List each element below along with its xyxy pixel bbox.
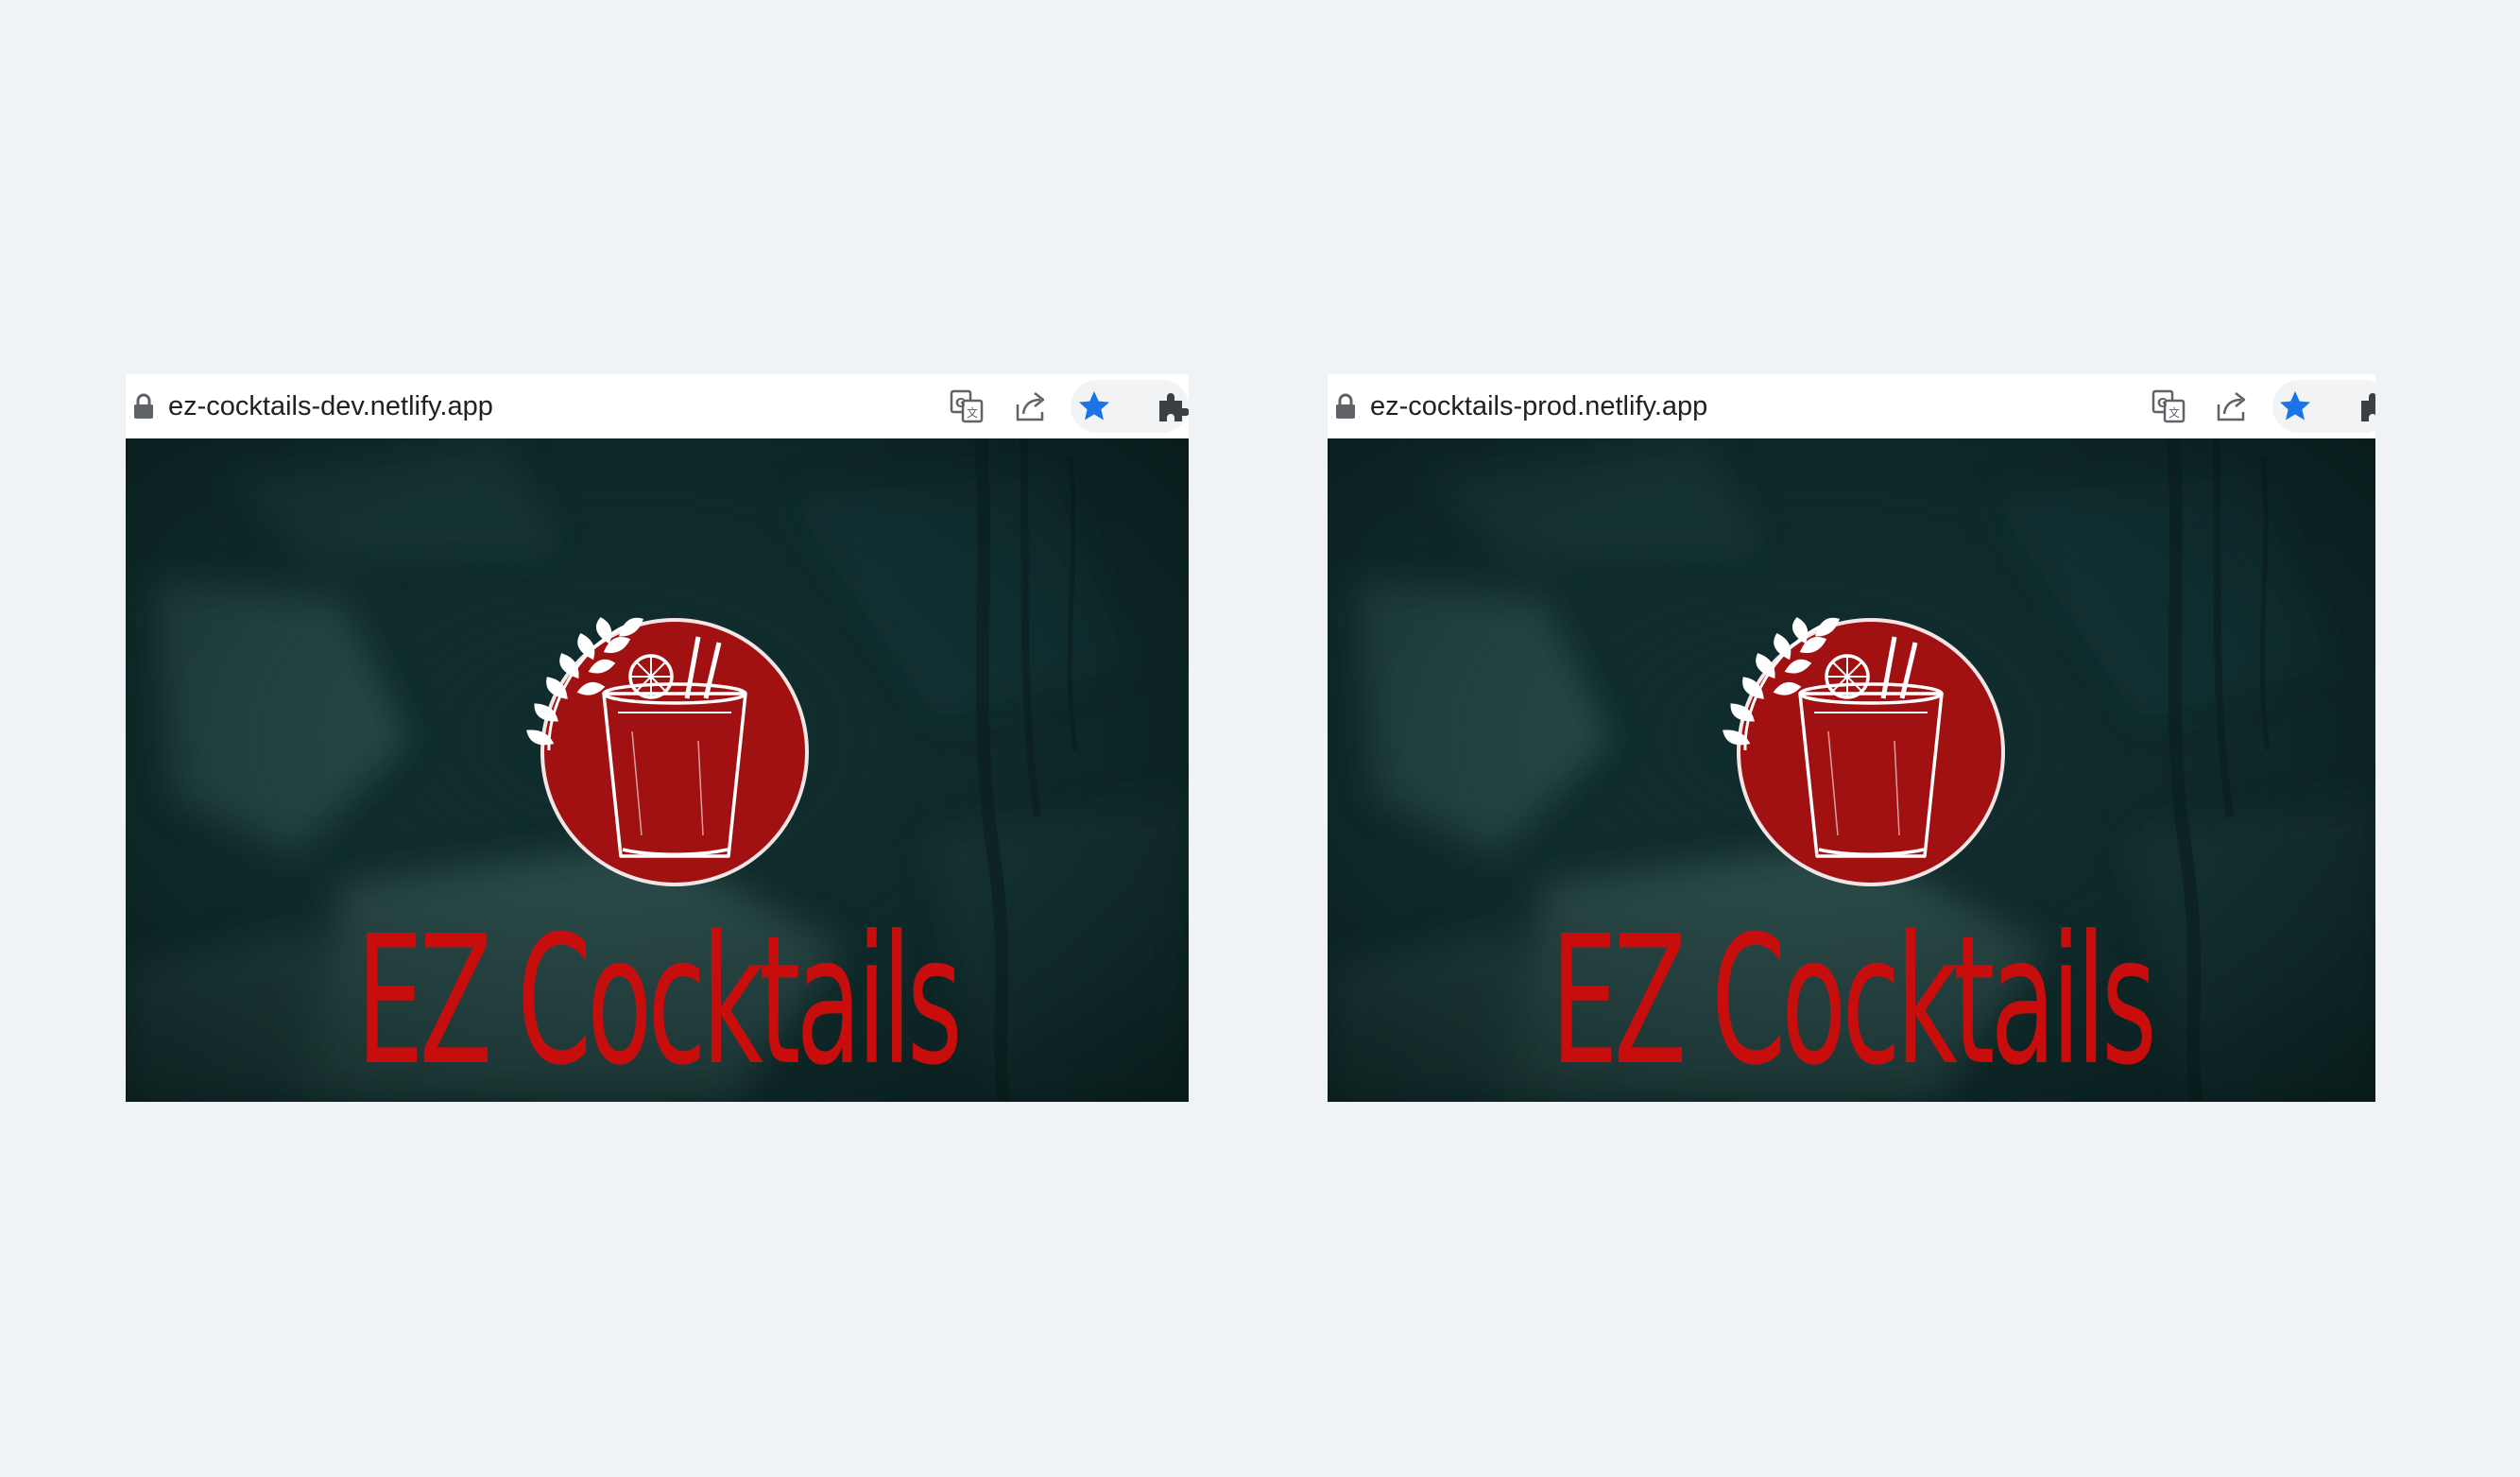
star-icon[interactable] [1075,387,1113,425]
lock-icon[interactable] [130,392,157,421]
cocktail-logo [1723,617,2005,886]
extensions-icon[interactable] [1154,387,1189,425]
webpage-hero: EZ Cocktails [126,438,1189,1102]
site-title: EZ Cocktails [1551,898,2157,1102]
address-bar[interactable]: ez-cocktails-dev.netlify.app G 文 [126,374,1189,438]
address-bar[interactable]: ez-cocktails-prod.netlify.app G 文 [1328,374,2375,438]
browser-window-prod: ez-cocktails-prod.netlify.app G 文 EZ Coc… [1328,374,2375,1102]
webpage-hero: EZ Cocktails [1328,438,2375,1102]
svg-text:文: 文 [2169,405,2180,420]
translate-icon[interactable]: G 文 [2150,387,2187,425]
lock-icon[interactable] [1332,392,1359,421]
svg-text:G: G [2157,397,2168,411]
svg-text:文: 文 [967,405,978,420]
address-url[interactable]: ez-cocktails-dev.netlify.app [168,387,493,425]
svg-text:G: G [955,397,966,411]
site-title: EZ Cocktails [356,898,963,1102]
share-icon[interactable] [2213,387,2251,425]
share-icon[interactable] [1012,387,1050,425]
cocktail-logo [526,617,809,886]
address-url[interactable]: ez-cocktails-prod.netlify.app [1370,387,1707,425]
browser-window-dev: ez-cocktails-dev.netlify.app G 文 EZ Cock… [126,374,1189,1102]
extensions-icon[interactable] [2356,387,2375,425]
star-icon[interactable] [2276,387,2314,425]
translate-icon[interactable]: G 文 [948,387,986,425]
